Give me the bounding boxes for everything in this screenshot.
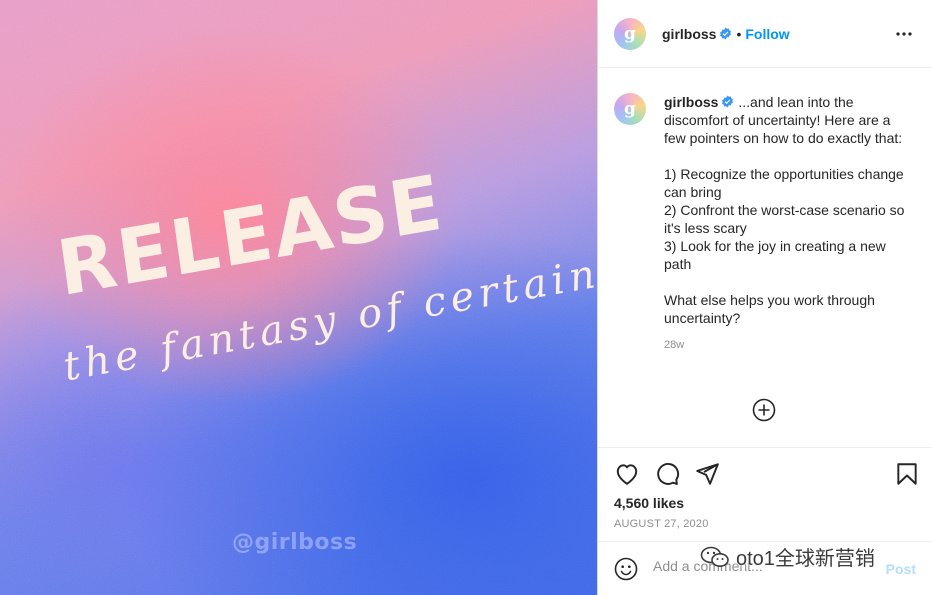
comment-icon[interactable] <box>654 461 680 487</box>
overlay-watermark-text: oto1全球新营销 <box>736 548 875 570</box>
caption-avatar[interactable]: g <box>614 93 646 125</box>
caption-text: girlboss ...and lean into the discomfort… <box>664 93 909 327</box>
follow-button[interactable]: Follow <box>745 26 789 42</box>
caption-body: ...and lean into the discomfort of uncer… <box>664 94 905 326</box>
emoji-icon[interactable] <box>614 557 638 581</box>
load-more-comments-icon[interactable] <box>752 398 776 422</box>
overlay-watermark: oto1全球新营销 <box>700 542 875 571</box>
more-horizontal-icon[interactable] <box>892 22 916 46</box>
avatar[interactable]: g <box>614 17 646 50</box>
caption-time-ago[interactable]: 28w <box>664 339 916 351</box>
post-header: g girlboss • Follow <box>598 0 932 68</box>
paper-plane-icon[interactable] <box>694 461 720 487</box>
header-username[interactable]: girlboss <box>662 26 716 42</box>
verified-badge-icon <box>720 27 732 40</box>
post-image[interactable]: RELEASE the fantasy of certainty @girlbo… <box>0 0 597 595</box>
caption-verified-badge-icon <box>722 95 734 108</box>
post-comment-button[interactable]: Post <box>886 561 916 577</box>
avatar-letter: g <box>624 23 636 44</box>
post-date[interactable]: AUGUST 27, 2020 <box>614 518 709 530</box>
action-bar <box>598 447 932 499</box>
header-separator: • <box>736 25 742 42</box>
caption-row: g girlboss ...and lean into the discomfo… <box>614 93 916 327</box>
caption-area: g girlboss ...and lean into the discomfo… <box>598 69 932 447</box>
heart-icon[interactable] <box>614 461 640 487</box>
caption-avatar-letter: g <box>624 99 636 119</box>
caption-username[interactable]: girlboss <box>664 94 718 110</box>
bookmark-icon[interactable] <box>894 461 920 487</box>
post-side-panel: g girlboss • Follow g girlboss ...and le… <box>597 0 932 595</box>
image-watermark-handle: @girlboss <box>232 530 358 555</box>
wechat-icon <box>700 546 729 567</box>
likes-count[interactable]: 4,560 likes <box>614 495 684 511</box>
